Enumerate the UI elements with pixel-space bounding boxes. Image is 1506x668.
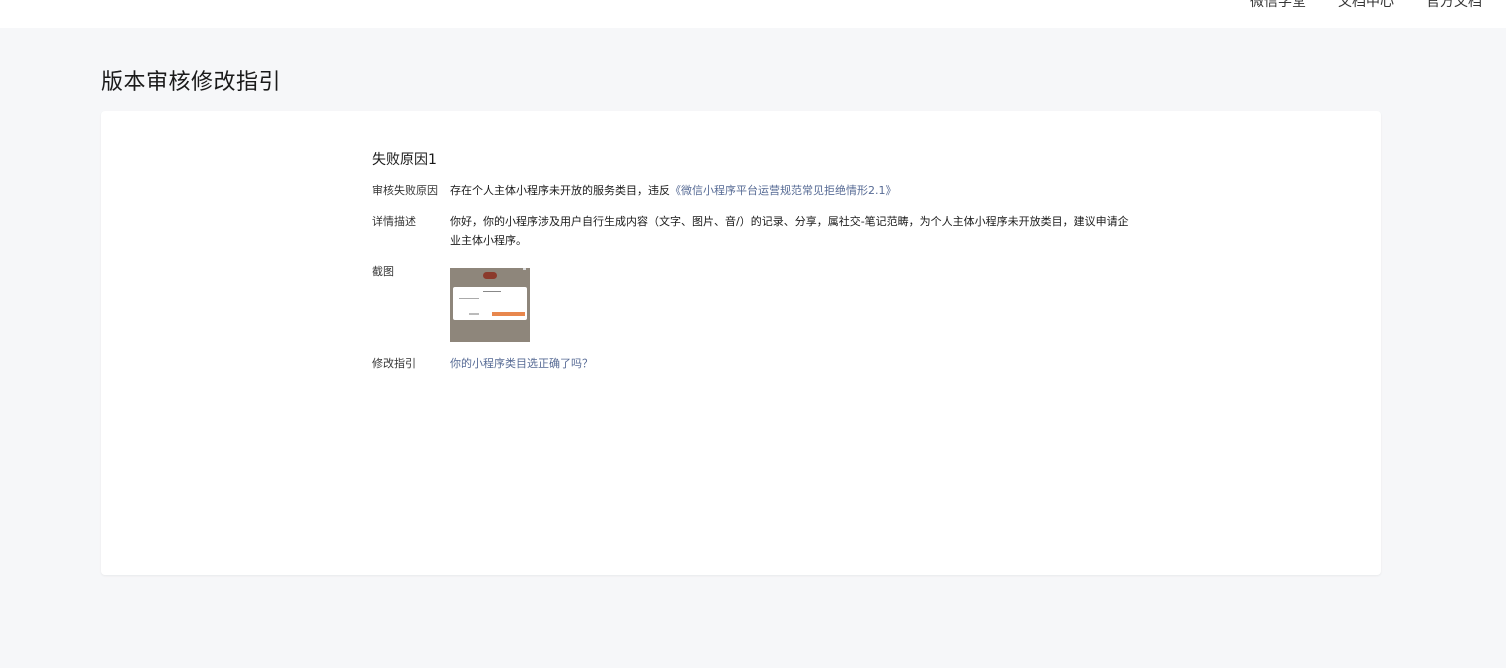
thumb-dialog <box>453 287 527 320</box>
policy-link[interactable]: 《微信小程序平台运营规范常见拒绝情形2.1》 <box>670 184 897 197</box>
failure-reason-section: 失败原因1 审核失败原因 存在个人主体小程序未开放的服务类目，违反《微信小程序平… <box>372 149 1132 385</box>
thumb-corner <box>523 268 526 270</box>
thumb-badge <box>483 272 497 279</box>
top-nav: 微信学堂 文档中心 官方文档 <box>1250 0 1482 11</box>
failure-reason-title: 失败原因1 <box>372 152 437 168</box>
guide-label: 修改指引 <box>372 357 416 370</box>
page-title: 版本审核修改指引 <box>101 70 282 95</box>
screenshot-thumbnail[interactable] <box>450 268 530 342</box>
fail-reason-row: 审核失败原因 存在个人主体小程序未开放的服务类目，违反《微信小程序平台运营规范常… <box>372 181 1132 200</box>
review-guide-card: 失败原因1 审核失败原因 存在个人主体小程序未开放的服务类目，违反《微信小程序平… <box>101 111 1381 575</box>
detail-label: 详情描述 <box>372 215 416 228</box>
guide-row: 修改指引 你的小程序类目选正确了吗？ <box>372 354 1132 373</box>
fail-reason-value: 存在个人主体小程序未开放的服务类目，违反《微信小程序平台运营规范常见拒绝情形2.… <box>450 181 1132 200</box>
screenshot-label: 截图 <box>372 265 394 278</box>
top-bar: 微信学堂 文档中心 官方文档 <box>0 0 1506 28</box>
nav-link-official-docs[interactable]: 官方文档 <box>1426 0 1482 11</box>
guide-link[interactable]: 你的小程序类目选正确了吗？ <box>450 357 593 370</box>
fail-reason-label: 审核失败原因 <box>372 184 438 197</box>
fail-reason-text: 存在个人主体小程序未开放的服务类目，违反 <box>450 184 670 197</box>
nav-link-wechat-school[interactable]: 微信学堂 <box>1250 0 1306 11</box>
detail-row: 详情描述 你好，你的小程序涉及用户自行生成内容（文字、图片、音/）的记录、分享，… <box>372 212 1132 250</box>
detail-text: 你好，你的小程序涉及用户自行生成内容（文字、图片、音/）的记录、分享，属社交-笔… <box>450 215 1129 247</box>
screenshot-row: 截图 <box>372 262 1132 342</box>
nav-link-doc-center[interactable]: 文档中心 <box>1338 0 1394 11</box>
